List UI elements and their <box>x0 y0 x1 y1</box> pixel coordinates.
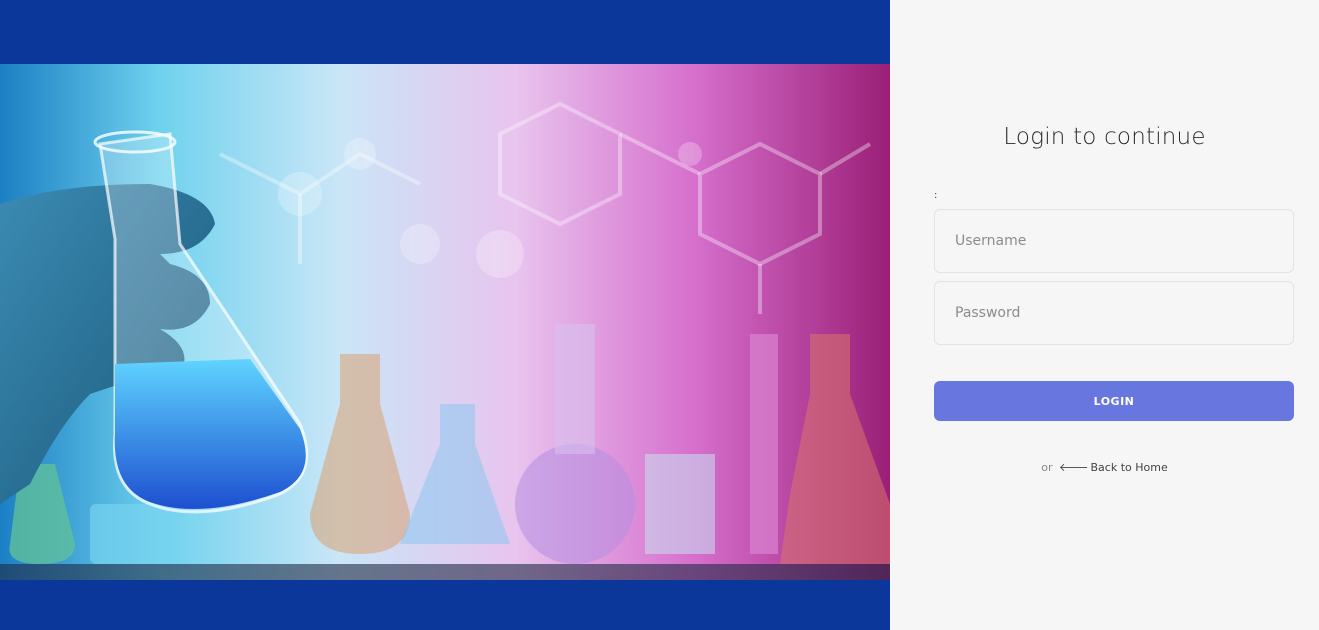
left-banner-panel <box>0 0 890 630</box>
username-input[interactable] <box>934 209 1294 273</box>
back-to-home-link[interactable]: 🡐 Back to Home <box>1056 461 1168 474</box>
back-to-home-label: Back to Home <box>1090 461 1168 474</box>
form-colon-label: : <box>934 190 938 201</box>
password-input[interactable] <box>934 281 1294 345</box>
login-title: Login to continue <box>1003 124 1206 150</box>
arrow-left-icon: 🡐 <box>1059 461 1089 474</box>
laboratory-flasks-illustration <box>0 101 890 580</box>
laboratory-hero-image <box>0 64 890 580</box>
or-text: or <box>1041 461 1053 474</box>
back-to-home-row: or 🡐 Back to Home <box>890 460 1319 474</box>
login-button[interactable]: LOGIN <box>934 381 1294 421</box>
login-panel: Login to continue : LOGIN or 🡐Back to Ho… <box>890 0 1319 630</box>
